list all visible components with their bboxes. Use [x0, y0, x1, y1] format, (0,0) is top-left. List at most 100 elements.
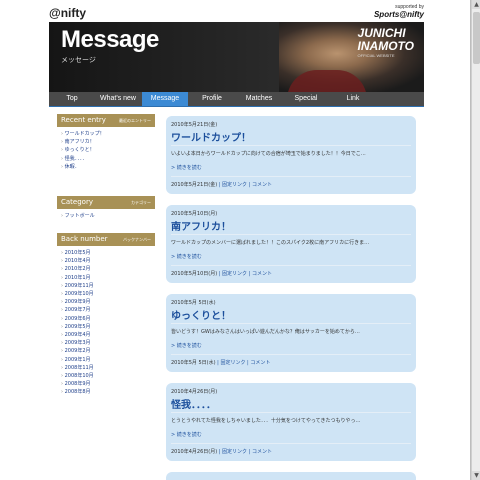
permalink[interactable]: 固定リンク	[222, 449, 247, 455]
header-banner: Message メッセージ JUNICHI INAMOTO OFFICIAL W…	[49, 22, 424, 92]
entry-footer-date: 2010年4月26日(月)	[171, 449, 218, 455]
page-subtitle: メッセージ	[61, 56, 96, 64]
recent-entry-title-jp: 最近のエントリー	[119, 118, 151, 123]
sports-nifty-logo: Sports@nifty	[373, 10, 424, 19]
back-number-section: Back number バックナンバー 2010年5月 2010年4月 2010…	[57, 233, 155, 397]
sponsor-logo[interactable]: supported by Sports@nifty	[374, 4, 424, 19]
entry-title[interactable]: 南アフリカ！	[171, 218, 231, 233]
permalink[interactable]: 固定リンク	[222, 182, 247, 188]
archive-link[interactable]: 2010年2月	[57, 265, 155, 273]
back-number-title-jp: バックナンバー	[123, 237, 151, 242]
nav-message[interactable]: Message	[142, 92, 188, 106]
recent-entry-list: ワールドカップ！ 南アフリカ！ ゆっくりと！ 怪我．．．． 休暇．	[57, 130, 155, 171]
name-caption: OFFICIAL WEBSITE	[357, 53, 395, 58]
comment-link[interactable]: コメント	[250, 360, 270, 366]
vertical-scrollbar[interactable]: ▲ ▼	[471, 0, 480, 480]
permalink[interactable]: 固定リンク	[220, 360, 245, 366]
scroll-down-icon[interactable]: ▼	[472, 471, 480, 480]
category-list: フットボール	[57, 212, 155, 220]
read-more-link[interactable]: > 続きを読む	[171, 164, 202, 171]
top-bar: @nifty supported by Sports@nifty	[49, 4, 424, 20]
category-heading: Category カテゴリー	[57, 196, 155, 209]
archive-link[interactable]: 2008年9月	[57, 380, 155, 388]
site-name-logo: JUNICHI INAMOTO OFFICIAL WEBSITE	[358, 27, 414, 59]
entry-divider	[171, 323, 411, 324]
archive-link[interactable]: 2009年5月	[57, 323, 155, 331]
entry-divider	[171, 234, 411, 235]
category-link[interactable]: フットボール	[57, 212, 155, 220]
nifty-logo[interactable]: @nifty	[49, 6, 86, 20]
archive-link[interactable]: 2008年10月	[57, 372, 155, 380]
comment-link[interactable]: コメント	[252, 182, 272, 188]
entry-title[interactable]: 怪我．．．．	[171, 396, 216, 411]
entry-divider	[171, 145, 411, 146]
recent-entry-title: Recent entry	[61, 116, 106, 124]
recent-entry-link[interactable]: 休暇．	[57, 163, 155, 171]
entry-title[interactable]: ワールドカップ！	[171, 129, 251, 144]
entry-text: とうとうやれてた怪我をしちゃいました．．．十分気をつけてやってきたつもりやっ…	[171, 418, 361, 424]
recent-entry-section: Recent entry 最近のエントリー ワールドカップ！ 南アフリカ！ ゆっ…	[57, 114, 155, 171]
entry-card	[166, 472, 416, 480]
recent-entry-link[interactable]: 怪我．．．．	[57, 155, 155, 163]
web-page: @nifty supported by Sports@nifty Message…	[0, 0, 471, 480]
page-title: Message	[61, 26, 159, 53]
recent-entry-link[interactable]: ワールドカップ！	[57, 130, 155, 138]
read-more-link[interactable]: > 続きを読む	[171, 431, 202, 438]
archive-link[interactable]: 2009年11月	[57, 282, 155, 290]
archive-link[interactable]: 2008年8月	[57, 388, 155, 396]
entry-date: 2010年5月21日(金)	[171, 122, 218, 128]
scroll-thumb[interactable]	[473, 12, 480, 64]
read-more-link[interactable]: > 続きを読む	[171, 342, 202, 349]
archive-link[interactable]: 2009年1月	[57, 356, 155, 364]
archive-link[interactable]: 2009年4月	[57, 331, 155, 339]
nav-top[interactable]: Top	[49, 92, 95, 106]
back-number-list: 2010年5月 2010年4月 2010年2月 2010年1月 2009年11月…	[57, 249, 155, 397]
nav-profile[interactable]: Profile	[189, 92, 235, 106]
nav-link[interactable]: Link	[330, 92, 376, 106]
archive-link[interactable]: 2008年11月	[57, 364, 155, 372]
back-number-heading: Back number バックナンバー	[57, 233, 155, 246]
recent-entry-link[interactable]: 南アフリカ！	[57, 138, 155, 146]
archive-link[interactable]: 2009年9月	[57, 298, 155, 306]
entry-title[interactable]: ゆっくりと！	[171, 307, 231, 322]
entry-text: ワールドカップのメンバーに選ばれました！！このスパイク2枚に南アフリカに行きま…	[171, 240, 370, 246]
entry-divider	[171, 265, 411, 266]
entry-card: 2010年5月 5日(水) ゆっくりと！ 皆いどうす！GWはみなさんはいっぱい遊…	[166, 294, 416, 372]
scroll-up-icon[interactable]: ▲	[472, 0, 480, 9]
player-shirt	[287, 70, 367, 92]
entry-footer-date: 2010年5月21日(金)	[171, 182, 218, 188]
entry-divider	[171, 412, 411, 413]
comment-link[interactable]: コメント	[252, 449, 272, 455]
entry-card: 2010年5月21日(金) ワールドカップ！ いよいよ本日からワールドカップに向…	[166, 116, 416, 194]
archive-link[interactable]: 2009年2月	[57, 347, 155, 355]
recent-entry-link[interactable]: ゆっくりと！	[57, 146, 155, 154]
back-number-title: Back number	[61, 235, 108, 243]
archive-link[interactable]: 2010年5月	[57, 249, 155, 257]
entry-date: 2010年4月26日(月)	[171, 389, 218, 395]
nav-matches[interactable]: Matches	[236, 92, 282, 106]
entry-text: いよいよ本日からワールドカップに向けての合宿が埼玉で始まりました！！今日でこ…	[171, 151, 366, 157]
entry-footer-date: 2010年5月 5日(水)	[171, 360, 216, 366]
category-title-jp: カテゴリー	[131, 200, 151, 205]
permalink[interactable]: 固定リンク	[222, 271, 247, 277]
entry-footer: 2010年5月 5日(水) | 固定リンク | コメント	[171, 360, 271, 366]
nav-special[interactable]: Special	[283, 92, 329, 106]
entry-divider	[171, 354, 411, 355]
archive-link[interactable]: 2009年7月	[57, 306, 155, 314]
name-last: INAMOTO	[357, 39, 414, 53]
entry-date: 2010年5月 5日(水)	[171, 300, 216, 306]
entry-footer: 2010年4月26日(月) | 固定リンク | コメント	[171, 449, 272, 455]
archive-link[interactable]: 2010年4月	[57, 257, 155, 265]
entry-card: 2010年5月10日(月) 南アフリカ！ ワールドカップのメンバーに選ばれました…	[166, 205, 416, 283]
category-section: Category カテゴリー フットボール	[57, 196, 155, 220]
recent-entry-heading: Recent entry 最近のエントリー	[57, 114, 155, 127]
entry-date: 2010年5月10日(月)	[171, 211, 218, 217]
read-more-link[interactable]: > 続きを読む	[171, 253, 202, 260]
archive-link[interactable]: 2010年1月	[57, 274, 155, 282]
archive-link[interactable]: 2009年10月	[57, 290, 155, 298]
comment-link[interactable]: コメント	[252, 271, 272, 277]
archive-link[interactable]: 2009年6月	[57, 315, 155, 323]
archive-link[interactable]: 2009年3月	[57, 339, 155, 347]
nav-whats-new[interactable]: What's new	[95, 92, 141, 106]
category-title: Category	[61, 198, 93, 206]
